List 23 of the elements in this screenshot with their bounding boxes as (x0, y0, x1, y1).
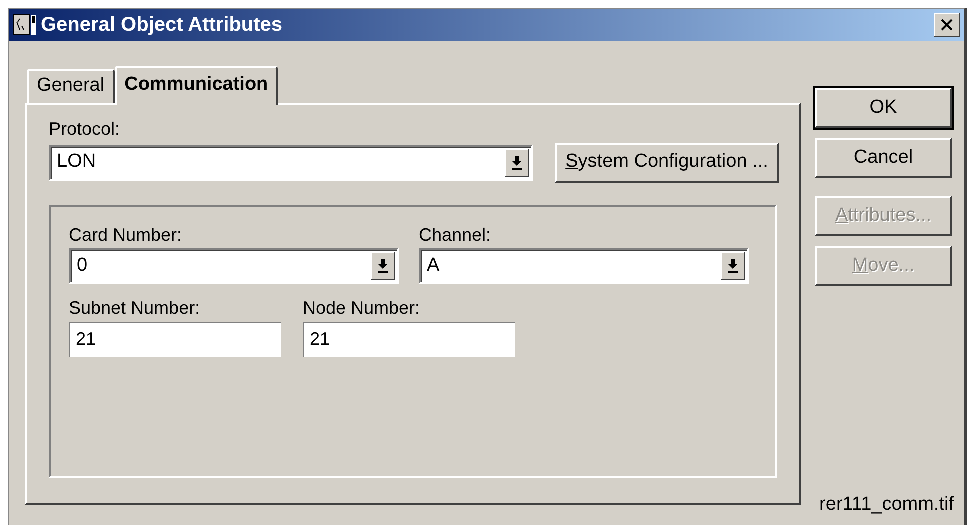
close-button[interactable] (934, 13, 960, 37)
field-label: Subnet Number: (69, 298, 202, 320)
input-field[interactable]: 21 (303, 322, 515, 357)
field-label: Card Number: (69, 224, 184, 246)
down-arrow-icon (377, 259, 389, 274)
app-icon (13, 14, 37, 36)
input-field[interactable]: 21 (69, 322, 281, 357)
down-arrow-icon (511, 156, 523, 170)
tab[interactable]: Communication (114, 66, 278, 105)
down-arrow-icon (727, 259, 739, 274)
protocol-dropdown[interactable]: LON (49, 144, 533, 181)
tab[interactable]: General (27, 69, 115, 103)
dropdown[interactable]: A (419, 248, 749, 284)
dropdown[interactable]: 0 (69, 248, 399, 284)
window-title: General Object Attributes (41, 13, 283, 38)
file-caption: rer111_comm.tif (820, 492, 954, 516)
field-label: Node Number: (303, 298, 422, 320)
system-configuration-button[interactable]: System Configuration ... (555, 142, 779, 183)
close-icon (940, 19, 954, 31)
protocol-label: Protocol: (49, 119, 122, 141)
dialog-button[interactable]: Cancel (815, 138, 952, 178)
dialog-button[interactable]: OK (815, 88, 952, 128)
field-label: Channel: (419, 224, 492, 246)
